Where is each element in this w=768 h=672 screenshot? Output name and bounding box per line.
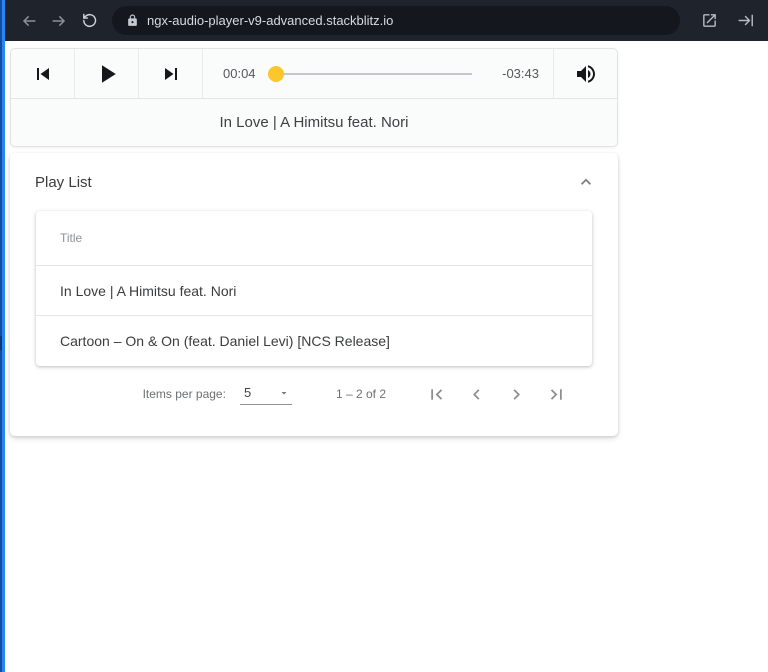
app-page: 00:04 -03:43 In Love | A Himitsu feat. N…: [0, 41, 768, 436]
column-header-title: Title: [60, 231, 83, 245]
last-page-button[interactable]: [536, 374, 576, 414]
track-title-cell: In Love | A Himitsu feat. Nori: [60, 282, 237, 299]
reload-icon: [82, 13, 96, 27]
table-header-row: Title: [36, 211, 592, 266]
volume-up-icon: [576, 64, 595, 83]
next-track-button[interactable]: [139, 49, 203, 98]
browser-forward-button[interactable]: [44, 6, 74, 36]
previous-track-button[interactable]: [11, 49, 75, 98]
arrow-right-icon: [52, 15, 65, 26]
slider-track: [267, 72, 473, 75]
url-text: ngx-audio-player-v9-advanced.stackblitz.…: [147, 13, 394, 28]
audio-player: 00:04 -03:43 In Love | A Himitsu feat. N…: [10, 48, 618, 147]
current-time: 00:04: [223, 66, 256, 81]
now-playing-title: In Love | A Himitsu feat. Nori: [11, 98, 617, 146]
items-per-page-label: Items per page:: [142, 387, 226, 401]
page-size-select[interactable]: 5: [239, 383, 292, 405]
browser-toolbar: ngx-audio-player-v9-advanced.stackblitz.…: [0, 0, 768, 41]
browser-back-button[interactable]: [14, 6, 44, 36]
resizer-handle[interactable]: [0, 336, 2, 350]
page-size-value: 5: [243, 385, 252, 400]
lock-icon: [126, 14, 139, 27]
play-button[interactable]: [75, 49, 139, 98]
page-range-label: 1 – 2 of 2: [335, 387, 386, 401]
browser-reload-button[interactable]: [74, 6, 104, 36]
chevron-left-icon: [472, 388, 479, 400]
slider-thumb[interactable]: [267, 65, 284, 82]
next-page-button[interactable]: [496, 374, 536, 414]
first-page-button[interactable]: [416, 374, 456, 414]
arrow-to-bar-icon: [737, 14, 753, 27]
playlist-title: Play List: [35, 173, 92, 191]
volume-button[interactable]: [553, 49, 617, 98]
playlist-panel: Play List Title In Love | A Himitsu feat…: [10, 153, 618, 436]
table-row[interactable]: Cartoon – On & On (feat. Daniel Levi) [N…: [36, 316, 592, 366]
playlist-table: Title In Love | A Himitsu feat. Nori Car…: [36, 211, 592, 366]
chevron-right-icon: [513, 388, 520, 400]
skip-next-icon: [164, 67, 177, 80]
playlist-header[interactable]: Play List: [10, 153, 618, 211]
last-page-icon: [550, 388, 562, 400]
player-controls: 00:04 -03:43: [11, 49, 617, 98]
open-in-new-icon: [702, 14, 716, 27]
seek-section: 00:04 -03:43: [203, 49, 553, 98]
dock-preview-button[interactable]: [730, 6, 760, 36]
track-title-cell: Cartoon – On & On (feat. Daniel Levi) [N…: [60, 333, 390, 349]
play-icon: [101, 64, 116, 83]
first-page-icon: [430, 388, 442, 400]
dropdown-arrow-icon: [281, 391, 287, 394]
skip-previous-icon: [36, 67, 49, 80]
open-in-new-window-button[interactable]: [694, 6, 724, 36]
url-bar[interactable]: ngx-audio-player-v9-advanced.stackblitz.…: [112, 6, 680, 35]
seek-slider[interactable]: [267, 64, 491, 84]
arrow-left-icon: [23, 15, 36, 26]
table-row[interactable]: In Love | A Himitsu feat. Nori: [36, 266, 592, 316]
remaining-time: -03:43: [502, 66, 539, 81]
pane-resizer[interactable]: [0, 0, 5, 672]
paginator: Items per page: 5 1 – 2 of 2: [36, 368, 592, 420]
previous-page-button[interactable]: [456, 374, 496, 414]
collapse-chevron-icon: [576, 172, 596, 192]
